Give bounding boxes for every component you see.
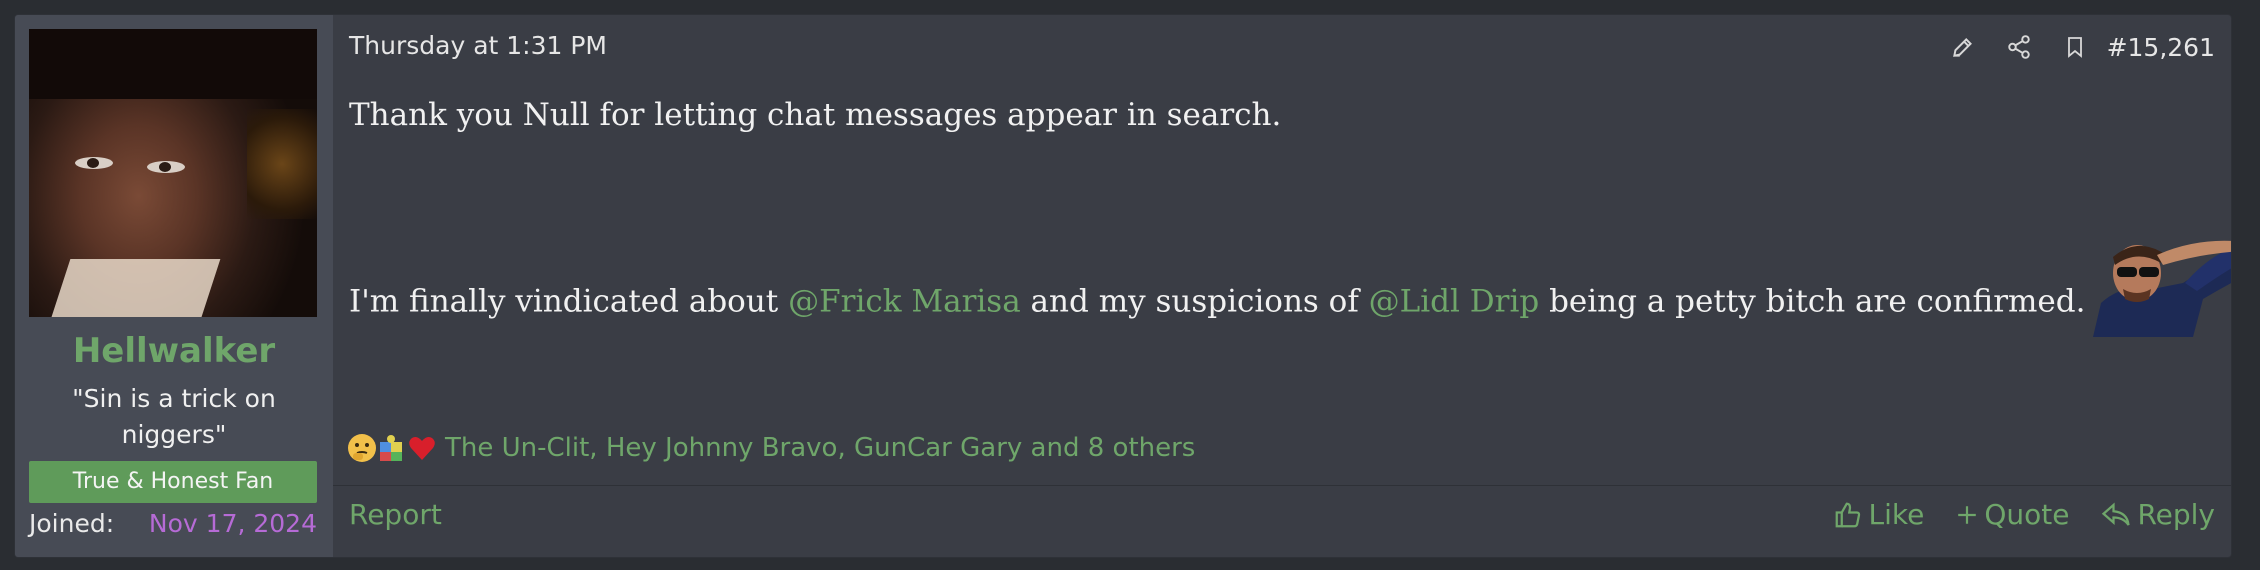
quote-button[interactable]: Quote: [1956, 498, 2069, 531]
like-button[interactable]: Like: [1833, 498, 1925, 531]
edit-icon[interactable]: [1935, 29, 1991, 65]
plus-icon: [1956, 504, 1978, 526]
post-number[interactable]: #15,261: [2107, 33, 2215, 62]
message-text: being a petty bitch are confirmed.: [1539, 283, 2086, 320]
message-line-2: I'm finally vindicated about @Frick Mari…: [349, 240, 2231, 355]
like-label: Like: [1868, 498, 1925, 531]
forum-post: Hellwalker "Sin is a trick on niggers" T…: [14, 14, 2232, 558]
post-header-actions: #15,261: [1935, 29, 2215, 65]
avatar[interactable]: [29, 29, 317, 317]
post-timestamp[interactable]: Thursday at 1:31 PM: [349, 31, 607, 60]
reply-label: Reply: [2137, 498, 2215, 531]
reactions-bar[interactable]: The Un-Clit, Hey Johnny Bravo, GunCar Ga…: [347, 433, 1195, 463]
reply-arrow-icon: [2101, 501, 2131, 529]
heart-icon: [407, 433, 437, 463]
thinking-face-icon: [347, 433, 377, 463]
puzzle-piece-icon: [377, 433, 407, 463]
username[interactable]: Hellwalker: [15, 331, 333, 371]
reply-button[interactable]: Reply: [2101, 498, 2215, 531]
reaction-names[interactable]: The Un-Clit, Hey Johnny Bravo, GunCar Ga…: [445, 433, 1195, 463]
post-actions: Like Quote Reply: [1801, 498, 2215, 531]
mention-link[interactable]: @Lidl Drip: [1369, 284, 1540, 320]
salute-gif: [2093, 233, 2231, 337]
user-title: "Sin is a trick on niggers": [72, 384, 276, 449]
message-text: I'm finally vindicated about: [349, 283, 789, 320]
joined-label: Joined:: [29, 509, 115, 538]
message-text: and my suspicions of: [1020, 283, 1369, 320]
share-icon[interactable]: [1991, 29, 2047, 65]
joined-date: Nov 17, 2024: [148, 509, 317, 538]
bookmark-icon[interactable]: [2047, 29, 2103, 65]
thumbs-up-icon: [1833, 500, 1863, 530]
user-panel: Hellwalker "Sin is a trick on niggers" T…: [15, 15, 333, 557]
quote-label: Quote: [1984, 498, 2070, 531]
post-footer: Report Like Quote Reply: [333, 485, 2231, 557]
report-link[interactable]: Report: [349, 498, 442, 531]
post-main: Thursday at 1:31 PM #15,261 Thank you Nu…: [333, 15, 2231, 557]
mention-link[interactable]: @Frick Marisa: [788, 284, 1021, 320]
user-banner: True & Honest Fan: [29, 461, 317, 503]
message-line-1: Thank you Null for letting chat messages…: [349, 97, 1282, 133]
